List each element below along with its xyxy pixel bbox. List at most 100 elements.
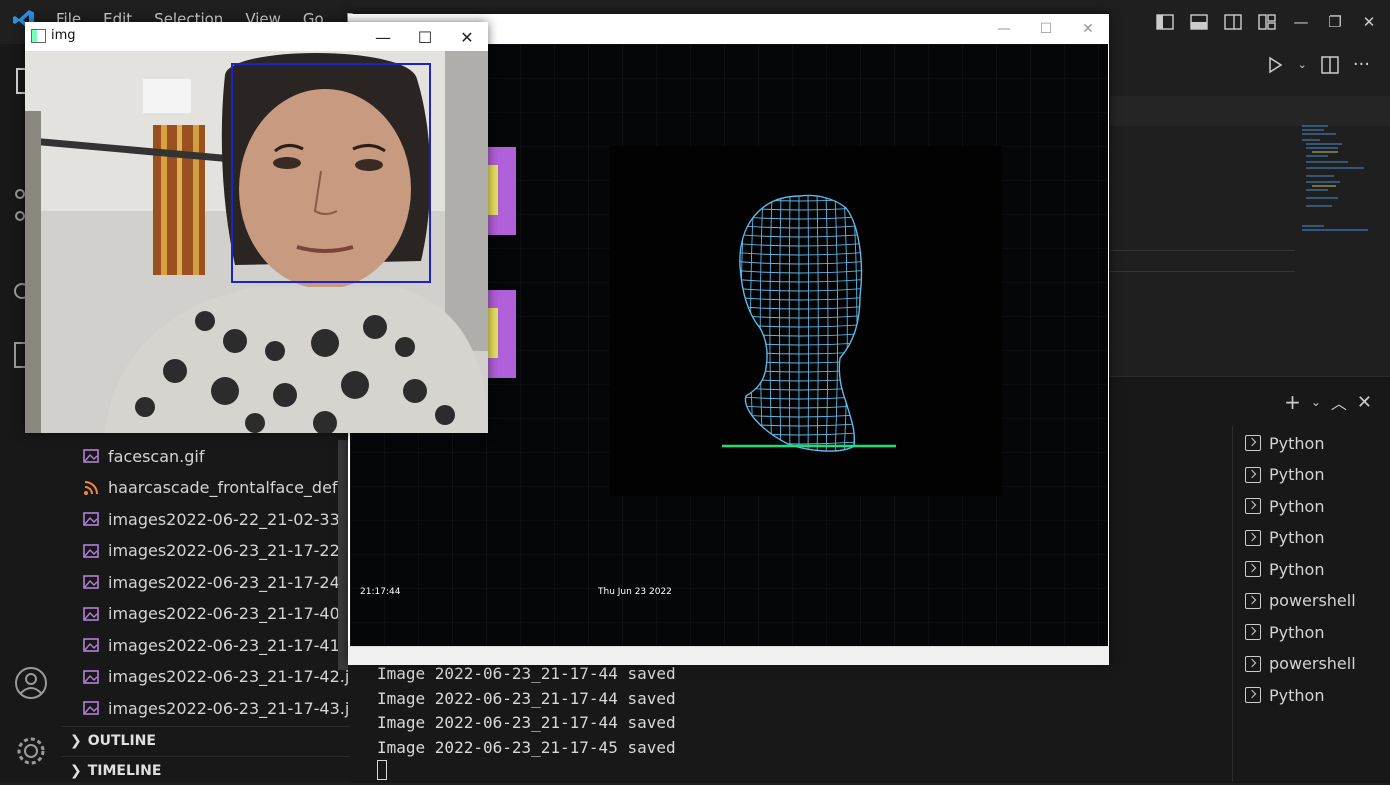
terminal-session-name: Python bbox=[1269, 559, 1325, 579]
more-actions-icon[interactable]: ··· bbox=[1353, 54, 1370, 75]
terminal-session-item[interactable]: Python bbox=[1245, 525, 1324, 551]
chevron-right-icon: ❯ bbox=[70, 733, 82, 749]
terminal-session-name: Python bbox=[1269, 622, 1325, 642]
terminal-session-name: Python bbox=[1269, 465, 1325, 484]
terminal-icon bbox=[1245, 466, 1261, 483]
scan-date-label: Thu Jun 23 2022 bbox=[598, 587, 672, 597]
terminal-session-name: Python bbox=[1269, 528, 1325, 547]
terminal-profile-chevron-icon[interactable]: ⌄ bbox=[1311, 395, 1321, 409]
explorer-file-name: images2022-06-23_21-17-24.jpg bbox=[108, 572, 350, 592]
terminal-session-item[interactable]: Python bbox=[1245, 619, 1324, 645]
facescan-window-statusbar bbox=[348, 646, 1109, 665]
image-file-icon bbox=[82, 447, 100, 465]
wireframe-head-icon bbox=[722, 194, 896, 452]
terminal-icon bbox=[1245, 687, 1261, 703]
layout-controls: — ❐ ✕ bbox=[1154, 6, 1380, 38]
facescan-maximize-button[interactable]: ☐ bbox=[1025, 14, 1067, 44]
toggle-panel-icon[interactable] bbox=[1188, 11, 1210, 33]
explorer-file-name: images2022-06-23_21-17-22.jpg bbox=[108, 541, 350, 560]
terminal-icon bbox=[1245, 624, 1261, 640]
image-file-icon bbox=[82, 510, 100, 528]
explorer-file-row[interactable]: images2022-06-23_21-17-40.jpg bbox=[62, 599, 350, 629]
facescan-side-button-top bbox=[488, 147, 516, 235]
new-terminal-icon[interactable]: + bbox=[1284, 390, 1301, 414]
facescan-minimize-button[interactable]: — bbox=[983, 14, 1025, 44]
explorer-file-row[interactable]: images2022-06-23_21-17-43.jpg bbox=[62, 693, 350, 723]
sidebar-section-outline[interactable]: ❯ OUTLINE bbox=[62, 726, 350, 755]
img-window-controls: — ☐ ✕ bbox=[362, 22, 488, 52]
window-close-button[interactable]: ✕ bbox=[1358, 11, 1380, 33]
image-file-icon bbox=[82, 605, 100, 623]
terminal-icon bbox=[1245, 435, 1261, 451]
sidebar-scrollbar[interactable] bbox=[338, 440, 348, 670]
minimap[interactable] bbox=[1298, 122, 1370, 242]
customize-layout-icon[interactable] bbox=[1256, 11, 1278, 33]
explorer-file-row[interactable]: images2022-06-23_21-17-41.jpg bbox=[62, 630, 350, 660]
img-close-button[interactable]: ✕ bbox=[446, 22, 488, 52]
window-minimize-button[interactable]: — bbox=[1290, 11, 1312, 33]
terminal-output[interactable]: Image 2022-06-23_21-17-44 saved Image 202… bbox=[377, 662, 676, 760]
terminal-icon bbox=[1245, 655, 1261, 672]
terminal-line: Image 2022-06-23_21-17-45 saved bbox=[377, 737, 676, 757]
explorer-file-name: images2022-06-23_21-17-42.jpg bbox=[108, 667, 350, 686]
editor-current-line bbox=[1110, 250, 1295, 272]
explorer-file-name: haarcascade_frontalface_defaul... bbox=[108, 478, 350, 497]
image-file-icon bbox=[82, 573, 100, 591]
terminal-icon bbox=[1245, 561, 1261, 577]
facescan-side-button-bottom bbox=[488, 290, 516, 378]
rss-file-icon bbox=[82, 479, 100, 497]
toggle-secondary-sidebar-icon[interactable] bbox=[1222, 11, 1244, 33]
terminal-session-item[interactable]: Python bbox=[1245, 430, 1324, 456]
run-options-chevron-icon[interactable]: ⌄ bbox=[1298, 58, 1307, 71]
explorer-file-row[interactable]: facescan.gif bbox=[62, 441, 350, 471]
img-window-title: img bbox=[51, 28, 76, 43]
terminal-line: Image 2022-06-23_21-17-44 saved bbox=[377, 664, 676, 683]
sidebar-section-timeline[interactable]: ❯ TIMELINE bbox=[62, 756, 350, 785]
terminal-line: Image 2022-06-23_21-17-44 saved bbox=[377, 688, 676, 708]
split-editor-icon[interactable] bbox=[1321, 55, 1339, 74]
terminal-cursor bbox=[377, 760, 387, 780]
maximize-panel-icon[interactable]: ︿ bbox=[1331, 390, 1347, 414]
img-app-icon bbox=[31, 29, 46, 43]
run-python-file-icon[interactable] bbox=[1266, 56, 1284, 74]
close-panel-icon[interactable]: ✕ bbox=[1357, 392, 1372, 413]
img-window: img — ☐ ✕ bbox=[25, 22, 488, 433]
terminal-session-name: Python bbox=[1269, 433, 1325, 453]
explorer-file-row[interactable]: images2022-06-22_21-02-33.jpg bbox=[62, 504, 350, 534]
explorer-file-row[interactable]: images2022-06-23_21-17-22.jpg bbox=[62, 536, 350, 566]
accounts-icon[interactable] bbox=[14, 666, 48, 700]
editor-actions: ⌄ ··· bbox=[1266, 54, 1370, 75]
terminal-icon bbox=[1245, 529, 1261, 546]
window-restore-button[interactable]: ❐ bbox=[1324, 11, 1346, 33]
terminal-session-name: Python bbox=[1269, 496, 1325, 516]
terminal-session-item[interactable]: Python bbox=[1245, 556, 1324, 582]
terminal-session-item[interactable]: powershell bbox=[1245, 651, 1356, 677]
terminal-session-name: powershell bbox=[1269, 591, 1356, 610]
terminal-session-item[interactable]: Python bbox=[1245, 462, 1324, 488]
explorer-file-row[interactable]: haarcascade_frontalface_defaul... bbox=[62, 473, 350, 503]
settings-gear-icon[interactable] bbox=[14, 734, 48, 768]
chevron-right-icon: ❯ bbox=[70, 763, 82, 779]
explorer-file-row[interactable]: images2022-06-23_21-17-42.jpg bbox=[62, 662, 350, 692]
facescan-window-controls: — ☐ ✕ bbox=[983, 14, 1109, 44]
terminal-session-item[interactable]: Python bbox=[1245, 493, 1324, 519]
face-detection-box bbox=[231, 63, 431, 283]
terminal-session-name: powershell bbox=[1269, 654, 1356, 673]
terminal-session-item[interactable]: powershell bbox=[1245, 588, 1356, 614]
scan-time-label: 21:17:44 bbox=[360, 587, 401, 597]
explorer-file-row[interactable]: images2022-06-23_21-17-24.jpg bbox=[62, 567, 350, 597]
explorer-file-name: images2022-06-23_21-17-43.jpg bbox=[108, 698, 350, 718]
img-minimize-button[interactable]: — bbox=[362, 22, 404, 52]
terminal-line: Image 2022-06-23_21-17-44 saved bbox=[377, 713, 676, 732]
panel-actions: + ⌄ ︿ ✕ bbox=[1284, 390, 1372, 414]
image-file-icon bbox=[82, 636, 100, 654]
image-file-icon bbox=[82, 542, 100, 560]
explorer-file-name: facescan.gif bbox=[108, 446, 205, 466]
image-file-icon bbox=[82, 668, 100, 686]
facescan-close-button[interactable]: ✕ bbox=[1067, 14, 1109, 44]
img-window-caption[interactable]: img — ☐ ✕ bbox=[25, 22, 488, 52]
terminal-session-name: Python bbox=[1269, 685, 1325, 705]
terminal-session-item[interactable]: Python bbox=[1245, 682, 1324, 708]
toggle-primary-sidebar-icon[interactable] bbox=[1154, 11, 1176, 33]
img-maximize-button[interactable]: ☐ bbox=[404, 22, 446, 52]
